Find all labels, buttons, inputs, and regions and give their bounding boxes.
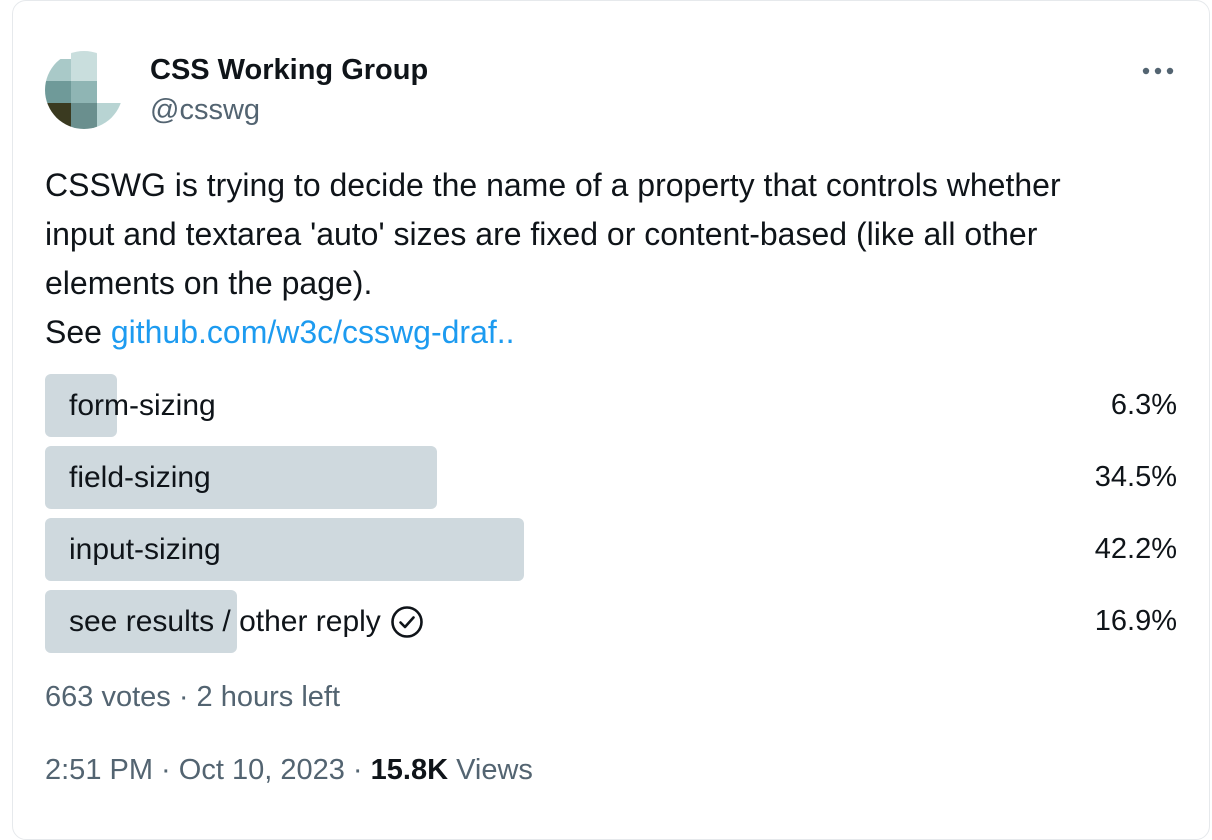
avatar[interactable]	[45, 51, 123, 129]
separator: ·	[170, 681, 197, 713]
poll-option-see-results[interactable]: see results / other reply 16.9%	[45, 590, 1181, 653]
separator: ·	[344, 754, 371, 786]
poll-votes: 663 votes	[45, 681, 171, 713]
poll-option-input-sizing[interactable]: input-sizing 42.2%	[45, 518, 1181, 581]
tweet-text-line: elements on the page).	[45, 265, 373, 301]
poll-option-field-sizing[interactable]: field-sizing 34.5%	[45, 446, 1181, 509]
poll-option-label: see results / other reply	[69, 605, 381, 638]
check-circle-icon	[391, 605, 423, 638]
github-link[interactable]: github.com/w3c/csswg-draf..	[111, 314, 515, 350]
tweet-text-line: CSSWG is trying to decide the name of a …	[45, 167, 1061, 203]
poll-option-percent: 42.2%	[1094, 533, 1177, 565]
poll-option-percent: 6.3%	[1110, 389, 1177, 421]
poll-option-label: field-sizing	[69, 461, 211, 494]
author-handle[interactable]: @csswg	[150, 92, 260, 128]
poll: form-sizing 6.3% field-sizing 34.5% inpu…	[45, 374, 1181, 662]
csswg-logo-icon	[45, 51, 123, 129]
poll-option-form-sizing[interactable]: form-sizing 6.3%	[45, 374, 1181, 437]
author-name[interactable]: CSS Working Group	[150, 52, 428, 88]
tweet-meta: 2:51 PM · Oct 10, 2023 · 15.8K Views	[45, 750, 533, 790]
ellipsis-icon	[1142, 67, 1174, 75]
poll-time-left: 2 hours left	[196, 681, 341, 713]
separator: ·	[153, 754, 179, 786]
poll-meta: 663 votes · 2 hours left	[45, 678, 340, 716]
views-count: 15.8K	[370, 754, 449, 786]
more-options-button[interactable]	[1136, 56, 1180, 86]
poll-option-percent: 16.9%	[1094, 605, 1177, 637]
poll-option-label: form-sizing	[69, 389, 216, 422]
tweet-time[interactable]: 2:51 PM	[45, 754, 153, 786]
tweet-date[interactable]: Oct 10, 2023	[179, 754, 345, 786]
tweet-text-line: input and textarea 'auto' sizes are fixe…	[45, 216, 1038, 252]
tweet-text: CSSWG is trying to decide the name of a …	[45, 161, 1185, 357]
views-label: Views	[456, 754, 533, 786]
poll-option-label-wrap: see results / other reply	[69, 590, 424, 653]
tweet-link-line: See github.com/w3c/csswg-draf..	[45, 308, 1185, 357]
see-prefix: See	[45, 314, 102, 350]
poll-option-label: input-sizing	[69, 533, 221, 566]
poll-option-percent: 34.5%	[1094, 461, 1177, 493]
